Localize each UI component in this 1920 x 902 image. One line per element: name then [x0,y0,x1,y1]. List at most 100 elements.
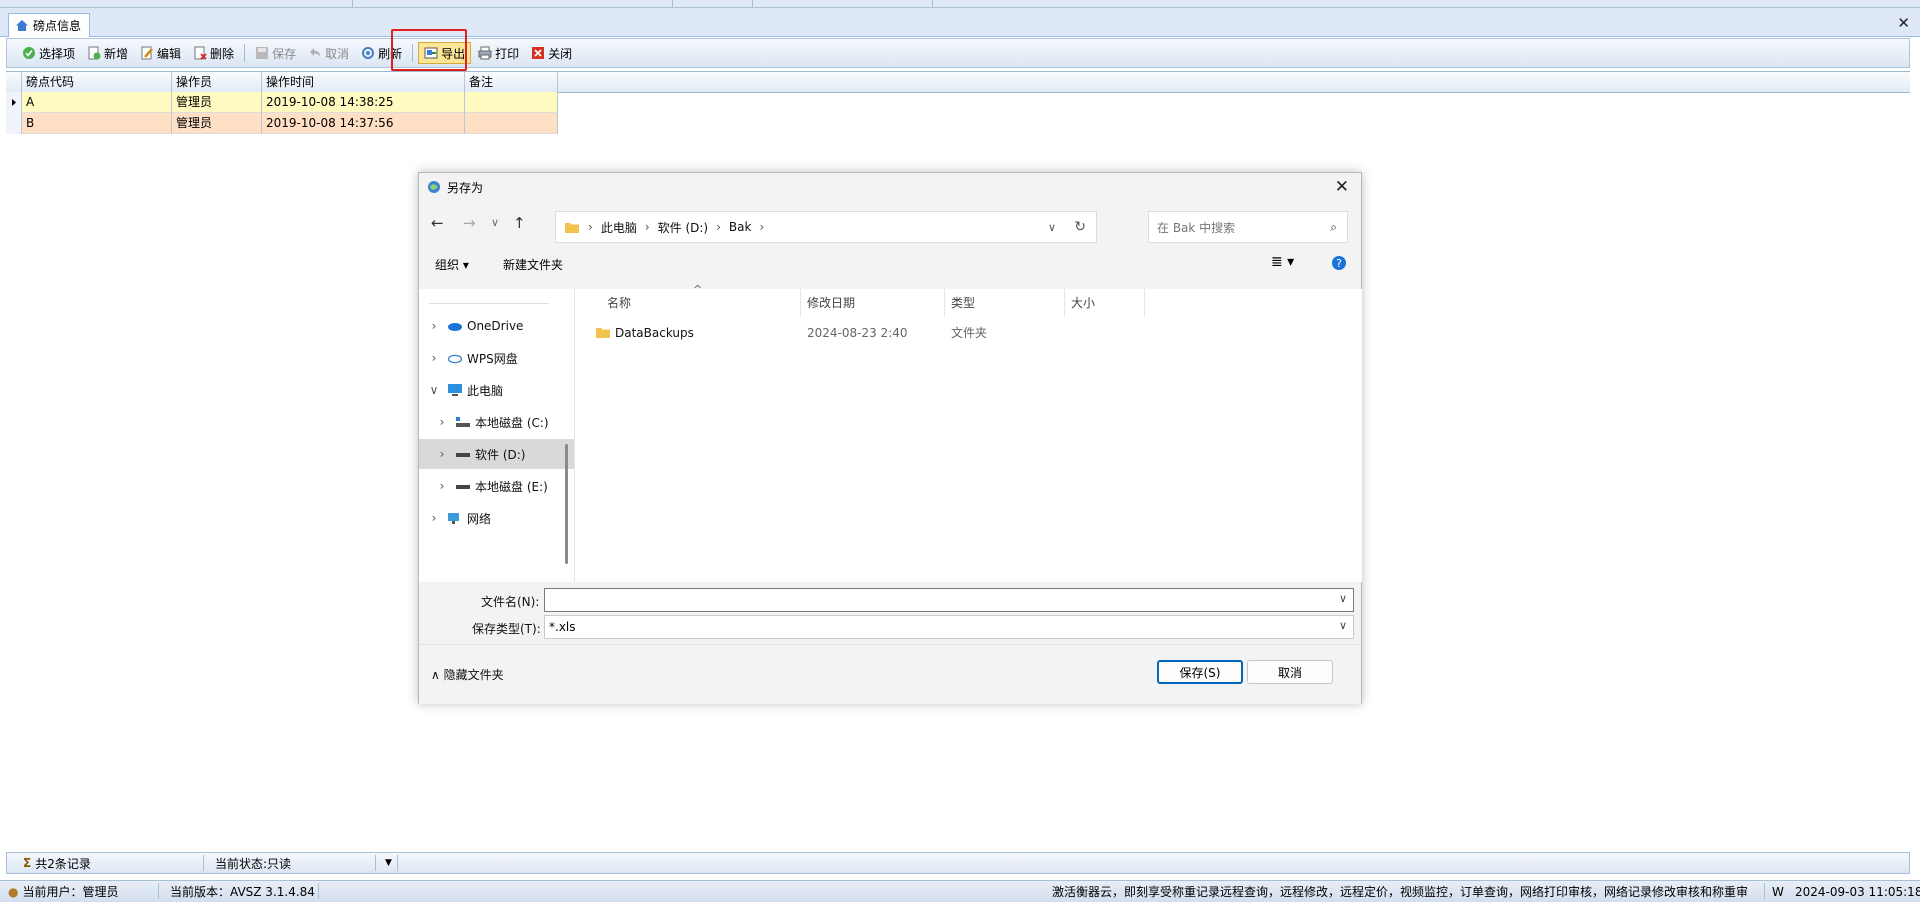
tree-item-wps[interactable]: › WPS网盘 [419,343,574,373]
close-red-icon [532,47,545,59]
breadcrumb-bak[interactable]: Bak [729,220,752,234]
dialog-close-icon[interactable]: ✕ [1335,177,1349,197]
cell-code[interactable]: A [22,92,172,113]
pencil-icon [141,46,153,60]
tab-weighing-point-info[interactable]: 磅点信息 [8,13,91,37]
search-icon: ⌕ [1330,219,1337,234]
check-circle-icon [23,47,35,59]
close-button[interactable]: 关闭 [526,42,577,64]
search-input[interactable]: 在 Bak 中搜索 ⌕ [1148,211,1348,243]
header-corner [6,72,22,92]
chevron-down-icon: ∨ [1338,592,1347,605]
cloud-outline-icon [447,354,463,364]
column-header-modified[interactable]: 修改日期 [801,289,945,317]
organize-button[interactable]: 组织 ▾ [435,256,469,273]
print-button[interactable]: 打印 [473,42,524,64]
floppy-disk-icon [256,47,269,59]
app-status-bar: ● 当前用户：管理员 当前版本：AVSZ 3.1.4.84 激活衡器云，即刻享受… [0,880,1920,902]
sigma-icon: Σ [23,856,32,870]
edit-button[interactable]: 编辑 [135,42,186,64]
delete-document-icon [194,46,207,60]
view-options-icon[interactable]: ≣ ▾ [1271,254,1294,270]
cell-code[interactable]: B [22,113,172,134]
filename-input[interactable]: ∨ [544,588,1354,612]
navigation-scrollbar[interactable] [565,444,568,564]
file-modified: 2024-08-23 2:40 [807,326,908,340]
cloud-icon [448,323,462,331]
top-menu-strip [0,0,1920,8]
cell-note[interactable] [465,113,558,134]
save-button[interactable]: 保存 [250,42,301,64]
column-header-size[interactable]: 大小 [1065,289,1145,317]
tab-bar: 磅点信息 ✕ [0,8,1920,37]
column-header-operator[interactable]: 操作员 [172,72,262,92]
column-header-time[interactable]: 操作时间 [262,72,465,92]
tree-item-drive-e[interactable]: › 本地磁盘 (E:) [419,471,574,501]
new-folder-button[interactable]: 新建文件夹 [503,256,563,273]
breadcrumb-drive-d[interactable]: 软件 (D:) [658,219,708,236]
close-tab-icon[interactable]: ✕ [1897,14,1910,32]
delete-button[interactable]: 删除 [188,42,239,64]
tree-item-this-pc[interactable]: ∨ 此电脑 [419,375,574,405]
tree-item-onedrive[interactable]: › OneDrive [419,311,574,341]
record-count: Σ 共2条记录 [23,856,91,871]
address-dropdown-icon[interactable]: ∨ [1048,221,1056,234]
cancel-button[interactable]: 取消 [303,42,354,64]
toolbar: 选择项 新增 编辑 删除 保存 取消 刷新 导出 打印 关闭 [6,38,1910,68]
file-row[interactable]: DataBackups 2024-08-23 2:40 文件夹 [575,319,1362,347]
cloud-ad-text: 激活衡器云，即刻享受称重记录远程查询，远程修改，远程定价，视频监控，订单查询，网… [1052,885,1749,899]
current-state: 当前状态:只读 [215,856,292,871]
tree-item-network[interactable]: › 网络 [419,503,574,533]
chevron-down-icon: ∨ [1338,619,1347,632]
svg-text:?: ? [1336,257,1342,270]
row-indicator [6,92,22,113]
cancel-dialog-button[interactable]: 取消 [1247,660,1333,684]
file-name: DataBackups [615,326,694,340]
hide-folders-toggle[interactable]: ∧ 隐藏文件夹 [431,666,504,683]
column-header-type[interactable]: 类型 [945,289,1065,317]
command-bar: 组织 ▾ 新建文件夹 ≣ ▾ ? [419,245,1361,281]
filetype-label: 保存类型(T): [472,622,541,636]
save-as-dialog: 另存为 ✕ ← → ∨ ↑ › 此电脑 › 软件 (D:) › Bak › ∨ … [418,172,1362,704]
drive-windows-icon [456,417,470,427]
up-arrow-icon[interactable]: ↑ [513,214,526,232]
navigation-pane: › OneDrive › WPS网盘 ∨ 此电脑 › 本地磁盘 (C:) › 软… [419,289,574,582]
cell-time[interactable]: 2019-10-08 14:38:25 [262,92,465,113]
add-button[interactable]: 新增 [82,42,133,64]
table-row[interactable]: B 管理员 2019-10-08 14:37:56 [6,113,558,134]
refresh-icon[interactable]: ↻ [1074,219,1086,235]
tree-item-drive-c[interactable]: › 本地磁盘 (C:) [419,407,574,437]
tree-item-drive-d[interactable]: › 软件 (D:) [419,439,574,469]
toolbar-divider [244,44,246,62]
breadcrumb-this-pc[interactable]: 此电脑 [601,219,637,236]
network-icon [448,513,459,524]
cell-note[interactable] [465,92,558,113]
recent-chevron-icon[interactable]: ∨ [491,216,499,229]
column-header-code[interactable]: 磅点代码 [22,72,172,92]
back-arrow-icon[interactable]: ← [431,214,444,232]
current-user: ● 当前用户：管理员 [8,884,119,900]
cell-operator[interactable]: 管理员 [172,92,262,113]
printer-icon [478,46,492,60]
cell-operator[interactable]: 管理员 [172,113,262,134]
dialog-titlebar: 另存为 ✕ [419,173,1361,201]
add-document-icon [88,46,101,60]
dialog-title: 另存为 [447,180,484,195]
status-dropdown-icon[interactable]: ▼ [385,853,392,873]
filetype-select[interactable]: *.xls ∨ [544,615,1354,639]
table-row[interactable]: A 管理员 2019-10-08 14:38:25 [6,92,558,113]
help-icon[interactable]: ? [1331,255,1347,271]
refresh-icon [362,47,375,59]
drive-icon [456,485,470,489]
column-header-note[interactable]: 备注 [465,72,558,92]
cell-time[interactable]: 2019-10-08 14:37:56 [262,113,465,134]
status-w: W [1772,884,1784,899]
column-header-name[interactable]: 名称 [601,289,801,317]
forward-arrow-icon[interactable]: → [463,214,476,232]
address-bar[interactable]: › 此电脑 › 软件 (D:) › Bak › ∨ ↻ [555,211,1097,243]
home-icon [16,20,28,31]
file-type: 文件夹 [951,326,988,340]
dialog-footer: 文件名(N): ∨ 保存类型(T): *.xls ∨ ∧ 隐藏文件夹 保存(S) … [419,582,1361,704]
save-dialog-button[interactable]: 保存(S) [1157,660,1243,684]
select-items-button[interactable]: 选择项 [17,42,80,64]
